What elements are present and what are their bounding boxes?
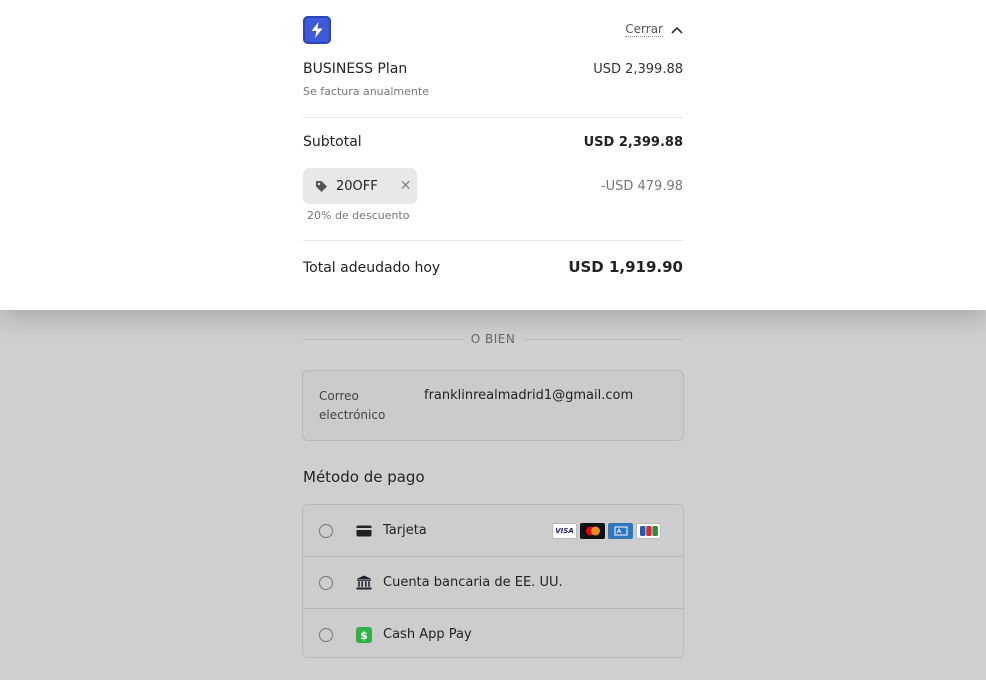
email-value[interactable]: franklinrealmadrid1@gmail.com bbox=[424, 388, 633, 403]
total-row: Total adeudado hoy USD 1,919.90 bbox=[303, 258, 683, 276]
coupon-chip: 20OFF ✕ bbox=[303, 168, 417, 204]
discount-value: -USD 479.98 bbox=[600, 179, 683, 194]
payment-option-bank[interactable]: Cuenta bancaria de EE. UU. bbox=[303, 557, 683, 609]
payment-option-card[interactable]: Tarjeta VISA bbox=[303, 505, 683, 557]
email-label: Correo electrónico bbox=[319, 389, 386, 422]
email-field[interactable]: Correo electrónico franklinrealmadrid1@g… bbox=[302, 370, 684, 441]
close-label[interactable]: Cerrar bbox=[625, 22, 663, 37]
or-text: O BIEN bbox=[470, 332, 516, 346]
radio-button[interactable] bbox=[319, 575, 333, 590]
plan-row: BUSINESS Plan USD 2,399.88 bbox=[303, 61, 683, 77]
plan-billing-note: Se factura anualmente bbox=[303, 85, 429, 98]
card-brands: VISA bbox=[552, 522, 661, 539]
divider bbox=[303, 240, 683, 241]
radio-button[interactable] bbox=[319, 627, 333, 642]
divider bbox=[303, 117, 683, 118]
amex-icon bbox=[608, 522, 633, 539]
bank-icon bbox=[355, 574, 373, 592]
divider-line bbox=[523, 338, 683, 340]
mastercard-icon bbox=[580, 522, 605, 539]
payment-option-label: Tarjeta bbox=[383, 523, 427, 538]
radio-button[interactable] bbox=[319, 523, 333, 538]
plan-name: BUSINESS Plan bbox=[303, 61, 408, 77]
plan-price: USD 2,399.88 bbox=[593, 62, 683, 77]
payment-option-cash-app[interactable]: $ Cash App Pay bbox=[303, 609, 683, 657]
close-summary-toggle[interactable]: Cerrar bbox=[625, 22, 683, 37]
visa-icon: VISA bbox=[552, 522, 577, 539]
chevron-up-icon[interactable] bbox=[671, 26, 683, 34]
total-value: USD 1,919.90 bbox=[568, 258, 683, 276]
jcb-icon bbox=[636, 522, 661, 539]
payment-method-list: Tarjeta VISA Cuenta bancaria de EE. UU. … bbox=[302, 504, 684, 658]
tag-icon bbox=[316, 180, 327, 192]
remove-coupon-icon[interactable]: ✕ bbox=[400, 178, 412, 194]
coupon-code: 20OFF bbox=[336, 178, 378, 194]
subtotal-value: USD 2,399.88 bbox=[583, 135, 683, 150]
discount-note: 20% de descuento bbox=[307, 209, 410, 222]
payment-option-label: Cash App Pay bbox=[383, 627, 472, 642]
or-divider: O BIEN bbox=[303, 330, 683, 348]
brand-logo-icon bbox=[303, 16, 331, 44]
total-label: Total adeudado hoy bbox=[303, 260, 441, 276]
subtotal-row: Subtotal USD 2,399.88 bbox=[303, 134, 683, 150]
order-summary-panel: Cerrar BUSINESS Plan USD 2,399.88 Se fac… bbox=[0, 0, 986, 310]
divider-line bbox=[303, 338, 463, 340]
payment-method-title: Método de pago bbox=[303, 468, 425, 486]
subtotal-label: Subtotal bbox=[303, 134, 362, 150]
card-icon bbox=[355, 522, 373, 540]
payment-option-label: Cuenta bancaria de EE. UU. bbox=[383, 575, 563, 590]
cash-app-icon: $ bbox=[355, 626, 373, 644]
svg-text:$: $ bbox=[360, 629, 368, 642]
